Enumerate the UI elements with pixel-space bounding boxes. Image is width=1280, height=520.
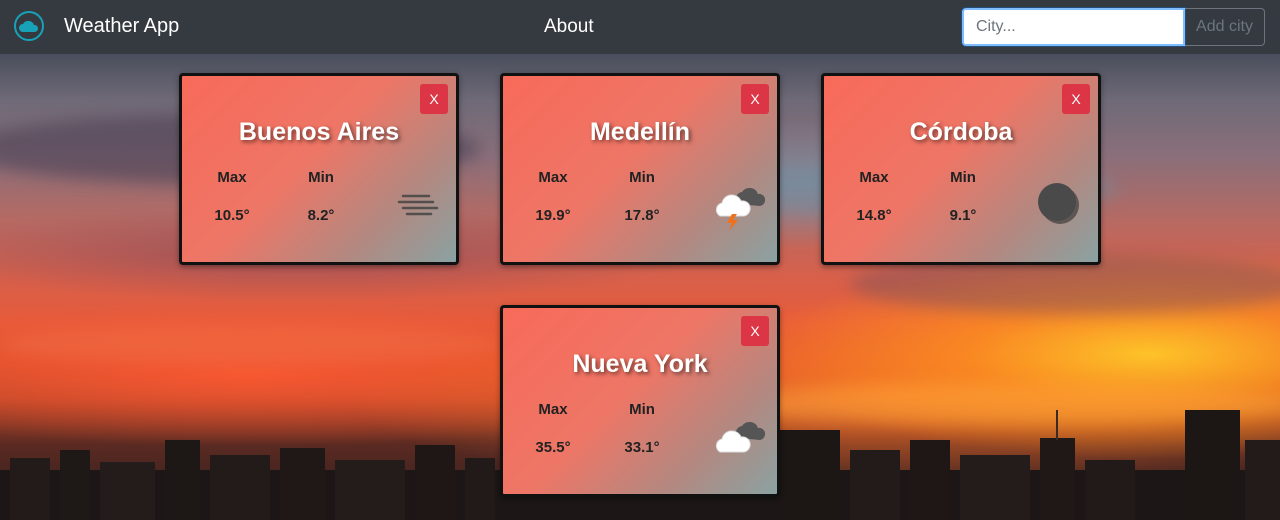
max-temp: 14.8° [856, 207, 892, 224]
min-label: Min [629, 169, 655, 186]
about-link[interactable]: About [544, 16, 594, 38]
min-temp: 9.1° [949, 207, 977, 224]
min-label: Min [950, 169, 976, 186]
brand-title[interactable]: Weather App [64, 15, 179, 38]
min-label: Min [629, 401, 655, 418]
city-name: Medellín [589, 118, 690, 146]
add-city-form: Add city [962, 8, 1265, 46]
min-temp: 17.8° [624, 207, 660, 224]
weather-card: X Buenos Aires Max Min 10.5° 8.2° [179, 73, 459, 265]
max-temp: 10.5° [214, 207, 250, 224]
min-temp: 33.1° [624, 439, 660, 456]
cloudy-icon [715, 421, 766, 453]
weather-card: X Córdoba Max Min 14.8° 9.1° [821, 73, 1101, 265]
weather-card: X Medellín Max Min 19.9° 17.8° [500, 73, 780, 265]
close-card-button[interactable]: X [741, 316, 769, 346]
max-label: Max [859, 169, 889, 186]
max-temp: 35.5° [535, 439, 571, 456]
city-name: Córdoba [909, 118, 1013, 146]
overcast-icon [1038, 183, 1079, 224]
mist-icon [397, 194, 439, 216]
close-card-button[interactable]: X [741, 84, 769, 114]
thunderstorm-icon [715, 187, 766, 231]
max-label: Max [538, 169, 568, 186]
weather-card: X Nueva York Max Min 35.5° 33.1° [500, 305, 780, 497]
max-temp: 19.9° [535, 207, 571, 224]
close-card-button[interactable]: X [1062, 84, 1090, 114]
city-name: Buenos Aires [238, 118, 400, 146]
min-temp: 8.2° [307, 207, 335, 224]
cloud-logo-icon[interactable] [14, 11, 44, 41]
city-name: Nueva York [572, 350, 708, 378]
close-card-button[interactable]: X [420, 84, 448, 114]
navbar: Weather App About Add city [0, 0, 1280, 54]
max-label: Max [538, 401, 568, 418]
add-city-button[interactable]: Add city [1185, 8, 1265, 46]
max-label: Max [217, 169, 247, 186]
city-search-input[interactable] [962, 8, 1185, 46]
min-label: Min [308, 169, 334, 186]
